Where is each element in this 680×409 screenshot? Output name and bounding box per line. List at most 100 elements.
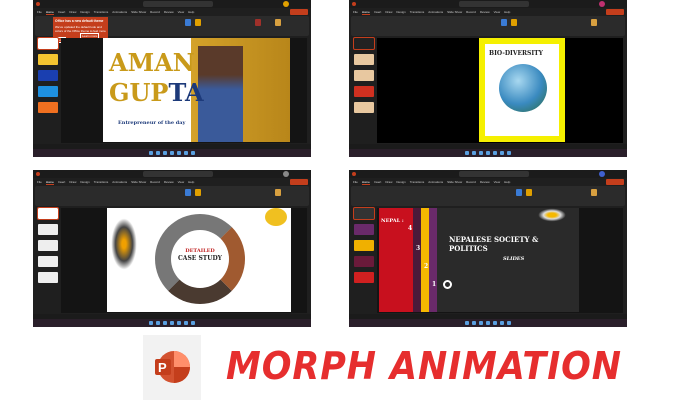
tab-home[interactable]: Home	[45, 10, 54, 15]
tab-file[interactable]: File	[37, 180, 42, 184]
slide-thumb[interactable]	[38, 70, 58, 81]
tab-transitions[interactable]: Transitions	[94, 10, 109, 14]
tab-design[interactable]: Design	[396, 10, 405, 14]
avatar[interactable]	[283, 171, 289, 177]
tab-draw[interactable]: Draw	[385, 10, 392, 14]
tab-insert[interactable]: Insert	[58, 180, 66, 184]
ribbon	[35, 186, 309, 206]
tab-transitions[interactable]: Transitions	[410, 180, 425, 184]
tab-file[interactable]: File	[37, 10, 42, 14]
slide-thumb[interactable]	[354, 240, 374, 251]
slide-title-line2: CASE STUDY	[178, 255, 222, 262]
slide-canvas: BIO-DIVERSITY	[377, 38, 623, 143]
slide-thumb[interactable]	[354, 102, 374, 113]
avatar[interactable]	[283, 1, 289, 7]
slide-title: NEPALESE SOCIETY & POLITICS	[449, 235, 539, 253]
tab-design[interactable]: Design	[396, 180, 405, 184]
tab-review[interactable]: Review	[164, 10, 174, 14]
title-bar	[33, 0, 311, 8]
slide-thumb[interactable]	[38, 240, 58, 251]
slide-thumb[interactable]	[38, 272, 58, 283]
tab-help[interactable]: Help	[188, 10, 194, 14]
tab-animations[interactable]: Animations	[428, 180, 443, 184]
tab-record[interactable]: Record	[466, 180, 476, 184]
tab-draw[interactable]: Draw	[69, 180, 76, 184]
tab-animations[interactable]: Animations	[112, 10, 127, 14]
share-button[interactable]	[290, 9, 308, 15]
slide-thumb[interactable]	[38, 102, 58, 113]
tab-slide-show[interactable]: Slide Show	[131, 10, 146, 14]
step-2: 2	[423, 262, 430, 271]
powerpoint-window-case-study: File Home Insert Draw Design Transitions Anima…	[33, 170, 311, 327]
slide-thumb[interactable]	[354, 256, 374, 267]
avatar[interactable]	[599, 171, 605, 177]
tab-insert[interactable]: Insert	[374, 10, 382, 14]
search-box[interactable]	[143, 1, 213, 7]
slide-thumb[interactable]	[38, 54, 58, 65]
ribbon	[351, 186, 625, 206]
search-box[interactable]	[459, 171, 529, 177]
slide-thumb[interactable]	[38, 256, 58, 267]
tab-file[interactable]: File	[353, 180, 358, 184]
tab-draw[interactable]: Draw	[69, 10, 76, 14]
tab-review[interactable]: Review	[480, 180, 490, 184]
slide-title: BIO-DIVERSITY	[489, 50, 543, 57]
slide-thumb[interactable]	[353, 207, 375, 220]
slide-thumb[interactable]	[354, 54, 374, 65]
app-icon	[36, 2, 40, 6]
slide-thumb[interactable]	[354, 70, 374, 81]
title-bar	[349, 0, 627, 8]
step-1: 1	[431, 280, 438, 289]
slide-thumb[interactable]	[38, 224, 58, 235]
tab-record[interactable]: Record	[466, 10, 476, 14]
tab-help[interactable]: Help	[504, 180, 510, 184]
search-box[interactable]	[143, 171, 213, 177]
slide-thumb[interactable]	[37, 207, 59, 220]
avatar[interactable]	[599, 1, 605, 7]
tab-view[interactable]: View	[178, 10, 184, 14]
slide: DETAILED CASE STUDY	[107, 208, 291, 312]
tab-transitions[interactable]: Transitions	[410, 10, 425, 14]
tab-slide-show[interactable]: Slide Show	[447, 10, 462, 14]
tab-review[interactable]: Review	[164, 180, 174, 184]
tab-view[interactable]: View	[178, 180, 184, 184]
slide: BIO-DIVERSITY	[479, 38, 565, 142]
tab-help[interactable]: Help	[188, 180, 194, 184]
tab-record[interactable]: Record	[150, 180, 160, 184]
tab-insert[interactable]: Insert	[374, 180, 382, 184]
ribbon	[351, 16, 625, 36]
tab-design[interactable]: Design	[80, 180, 89, 184]
tab-review[interactable]: Review	[480, 10, 490, 14]
slide-thumb[interactable]	[354, 224, 374, 235]
tab-home[interactable]: Home	[361, 180, 370, 185]
tab-animations[interactable]: Animations	[428, 10, 443, 14]
tab-record[interactable]: Record	[150, 10, 160, 14]
tab-transitions[interactable]: Transitions	[94, 180, 109, 184]
tab-slide-show[interactable]: Slide Show	[131, 180, 146, 184]
side-title: NEPAL :	[381, 218, 404, 224]
slide-thumb[interactable]	[354, 272, 374, 283]
tab-slide-show[interactable]: Slide Show	[447, 180, 462, 184]
share-button[interactable]	[290, 179, 308, 185]
tab-view[interactable]: View	[494, 180, 500, 184]
tab-view[interactable]: View	[494, 10, 500, 14]
ribbon-tabs: File Home Insert Draw Design Transitions Anima…	[33, 179, 311, 185]
slide-thumb[interactable]	[37, 37, 59, 50]
tab-home[interactable]: Home	[45, 180, 54, 185]
tab-file[interactable]: File	[353, 10, 358, 14]
tab-help[interactable]: Help	[504, 10, 510, 14]
tab-home[interactable]: Home	[361, 10, 370, 15]
tab-design[interactable]: Design	[80, 10, 89, 14]
popup-title: Office has a new default theme	[55, 19, 104, 23]
search-box[interactable]	[459, 1, 529, 7]
slide-thumb[interactable]	[38, 86, 58, 97]
taskbar	[349, 149, 627, 157]
slide-thumb[interactable]	[353, 37, 375, 50]
slide-thumbnails	[351, 207, 375, 313]
slide-thumb[interactable]	[354, 86, 374, 97]
tab-draw[interactable]: Draw	[385, 180, 392, 184]
tab-insert[interactable]: Insert	[58, 10, 66, 14]
share-button[interactable]	[606, 9, 624, 15]
tab-animations[interactable]: Animations	[112, 180, 127, 184]
share-button[interactable]	[606, 179, 624, 185]
